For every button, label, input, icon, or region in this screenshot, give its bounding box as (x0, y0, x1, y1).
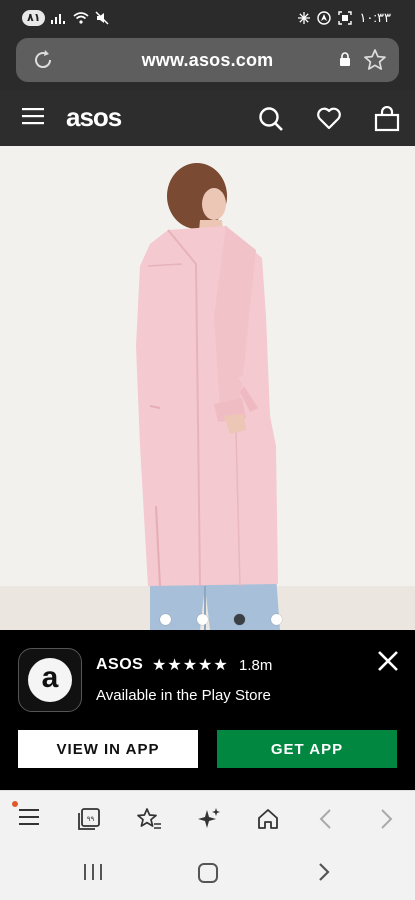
search-icon[interactable] (258, 106, 284, 137)
system-navigation-bar (0, 844, 415, 900)
view-in-app-button[interactable]: VIEW IN APP (18, 730, 198, 768)
home-button-icon[interactable] (197, 862, 219, 889)
carousel-dots (0, 614, 415, 625)
menu-icon[interactable] (19, 807, 41, 832)
wifi-icon (73, 12, 89, 24)
svg-text:٩٩: ٩٩ (87, 816, 95, 823)
home-icon[interactable] (256, 807, 280, 836)
sparkle-icon[interactable] (197, 807, 221, 836)
signal-icon (51, 12, 67, 24)
asos-logo[interactable]: asos (66, 102, 122, 133)
availability-text: Available in the Play Store (96, 687, 271, 704)
rating-count: 1.8m (239, 657, 273, 674)
tabs-icon[interactable]: ٩٩ (77, 807, 101, 836)
asos-a-logo-icon: a (28, 658, 72, 702)
status-time: ١٠:٣٣ (359, 10, 391, 25)
nav-back-icon[interactable] (316, 862, 332, 887)
back-arrow-icon[interactable] (316, 807, 336, 836)
get-app-button[interactable]: GET APP (217, 730, 397, 768)
status-left: ٨١ (22, 10, 109, 26)
mute-icon (95, 11, 109, 25)
recent-apps-icon[interactable] (82, 862, 104, 887)
wishlist-heart-icon[interactable] (316, 106, 342, 135)
phone-screen: ٨١ ١٠:٣٣ www.asos.com asos a ASOS ★★★★★ … (0, 0, 415, 900)
bookmarks-icon[interactable] (136, 807, 162, 836)
carousel-dot-active[interactable] (233, 614, 245, 625)
forward-arrow-icon[interactable] (376, 807, 396, 836)
carousel-dot[interactable] (196, 614, 208, 625)
shopping-bag-icon[interactable] (374, 105, 400, 137)
address-bar[interactable]: www.asos.com (16, 38, 399, 82)
browser-toolbar: ٩٩ (0, 790, 415, 844)
snowflake-icon (298, 12, 311, 24)
bookmark-star-icon[interactable] (363, 48, 387, 77)
asos-app-icon: a (18, 648, 82, 712)
product-photo (0, 146, 415, 630)
screenshot-icon (338, 11, 353, 25)
app-install-banner: a ASOS ★★★★★ 1.8m Available in the Play … (0, 630, 415, 790)
notification-dot (12, 801, 18, 807)
status-right: ١٠:٣٣ (298, 10, 391, 26)
carousel-dot[interactable] (159, 614, 171, 625)
lock-icon[interactable] (339, 52, 351, 71)
site-header: asos (0, 90, 415, 146)
app-name: ASOS (96, 656, 144, 673)
carousel-dot[interactable] (270, 614, 282, 625)
status-bar: ٨١ ١٠:٣٣ (0, 0, 415, 36)
close-banner-icon[interactable] (377, 650, 399, 677)
battery-badge: ٨١ (22, 10, 46, 26)
hamburger-menu-icon[interactable] (22, 107, 44, 130)
product-image-carousel[interactable] (0, 146, 415, 630)
location-icon (317, 11, 332, 25)
rating-stars: ★★★★★ (152, 657, 229, 674)
